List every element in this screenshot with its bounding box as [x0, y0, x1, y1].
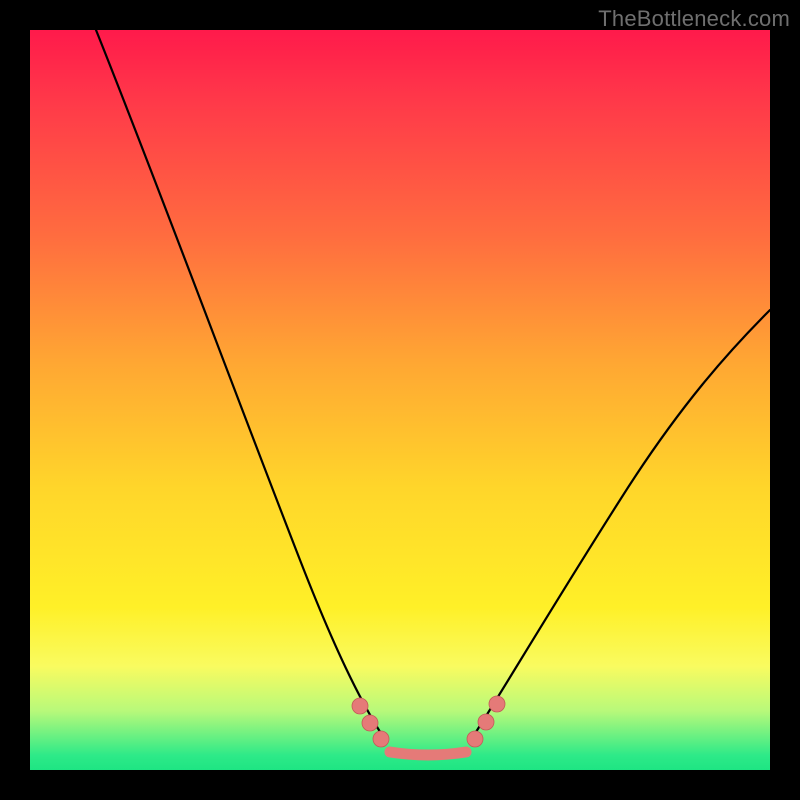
- bottleneck-curve: [30, 30, 770, 770]
- valley-flat: [390, 752, 466, 755]
- watermark-text: TheBottleneck.com: [598, 6, 790, 32]
- chart-frame: TheBottleneck.com: [0, 0, 800, 800]
- plot-area: [30, 30, 770, 770]
- valley-beads: [352, 696, 505, 747]
- curve-left-branch: [96, 30, 382, 735]
- curve-right-branch: [474, 310, 770, 735]
